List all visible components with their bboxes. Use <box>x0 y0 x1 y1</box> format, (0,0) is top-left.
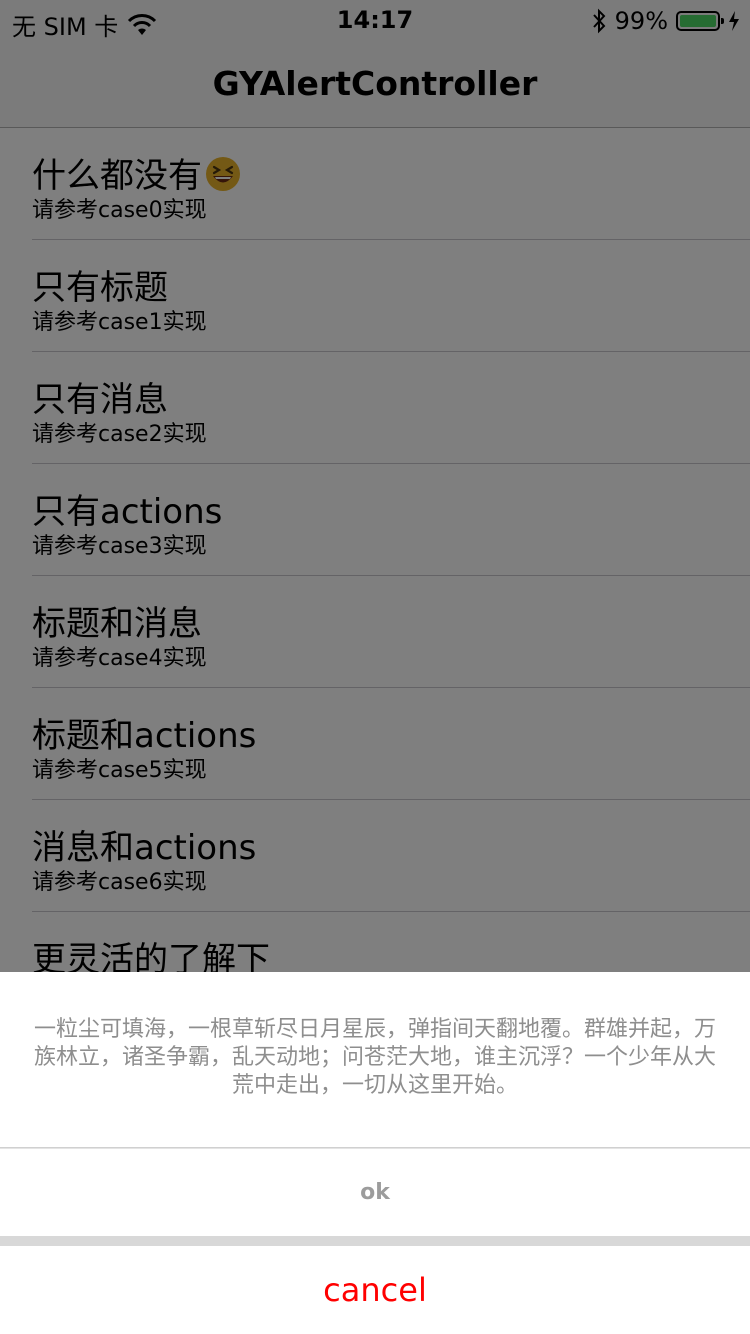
alert-message-box: 一粒尘可填海，一根草斩尽日月星辰，弹指间天翻地覆。群雄并起，万族林立，诸圣争霸，… <box>0 972 750 1148</box>
ok-button[interactable]: ok <box>0 1148 750 1236</box>
alert-message: 一粒尘可填海，一根草斩尽日月星辰，弹指间天翻地覆。群雄并起，万族林立，诸圣争霸，… <box>33 1017 716 1098</box>
action-sheet: 一粒尘可填海，一根草斩尽日月星辰，弹指间天翻地覆。群雄并起，万族林立，诸圣争霸，… <box>0 972 750 1334</box>
sheet-separator <box>0 1236 750 1246</box>
cancel-button[interactable]: cancel <box>0 1246 750 1334</box>
